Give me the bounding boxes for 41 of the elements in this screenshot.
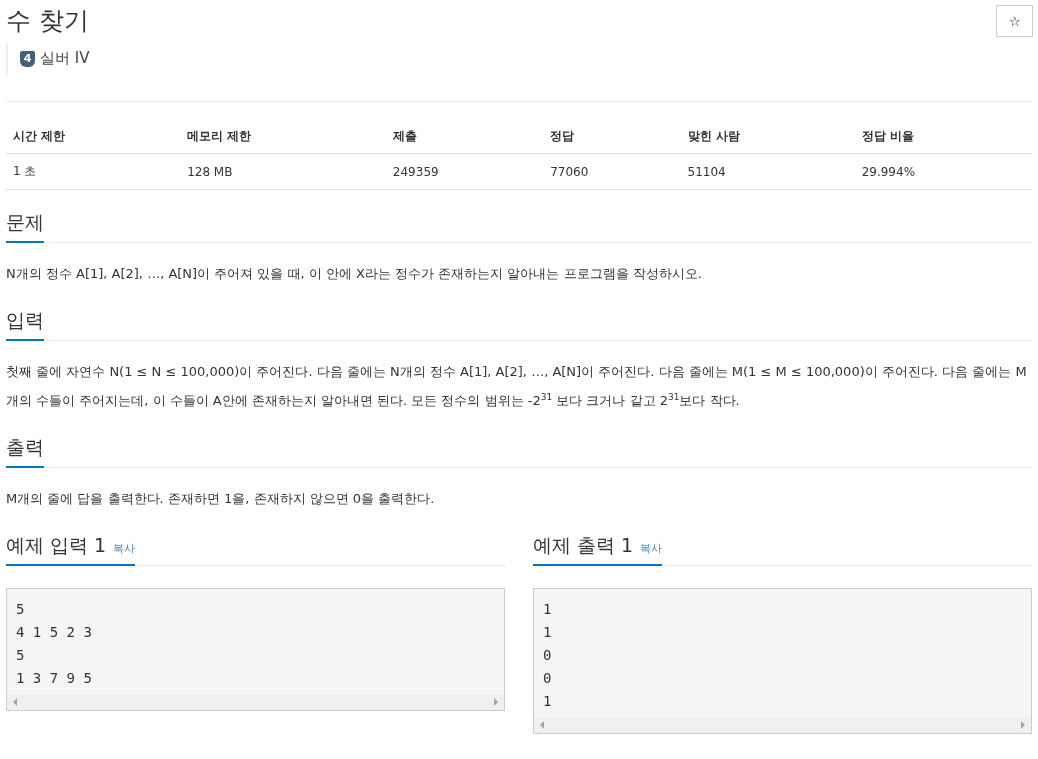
horizontal-scrollbar[interactable] <box>534 717 1031 733</box>
column-header: 맞힌 사람 <box>680 120 855 154</box>
column-header: 정답 비율 <box>854 120 1032 154</box>
code-line: 5 <box>16 646 26 665</box>
table-cell: 51104 <box>680 153 855 190</box>
section-heading: 입력 <box>6 308 44 341</box>
scroll-left-icon[interactable] <box>540 721 544 729</box>
star-button[interactable]: ☆ <box>996 5 1033 37</box>
tier-badge-icon: 4 <box>20 50 35 67</box>
table-cell: 128 MB <box>180 153 386 190</box>
column-header: 시간 제한 <box>6 120 181 154</box>
section-text: M개의 줄에 답을 출력한다. 존재하면 1을, 존재하지 않으면 0을 출력한다. <box>6 490 436 508</box>
section-heading: 문제 <box>6 210 44 243</box>
code-line: 1 <box>543 692 553 711</box>
tier-label: 실버 IV <box>40 49 90 68</box>
table-cell: 249359 <box>385 153 544 190</box>
copy-link[interactable]: 복사 <box>640 541 663 556</box>
table-cell: 29.994% <box>854 153 1032 190</box>
scroll-left-icon[interactable] <box>13 698 17 706</box>
code-line: 1 3 7 9 5 <box>16 669 93 688</box>
column-header: 메모리 제한 <box>180 120 386 154</box>
code-line: 1 <box>543 600 553 619</box>
table-cell: 1 초 <box>6 153 181 190</box>
code-line: 0 <box>543 669 553 688</box>
scroll-right-icon[interactable] <box>494 698 498 706</box>
section-text: N개의 정수 A[1], A[2], …, A[N]이 주어져 있을 때, 이 안에 X라는 정수가 존재하는지 알아내는 프로그램을 작성하시오. <box>6 265 703 283</box>
table-cell: 77060 <box>543 153 681 190</box>
problem-title: 수 찾기 <box>6 5 89 37</box>
sample-heading: 예제 출력 1 <box>533 533 634 558</box>
copy-link[interactable]: 복사 <box>113 541 136 556</box>
code-line: 0 <box>543 646 553 665</box>
code-line: 5 <box>16 600 26 619</box>
scroll-right-icon[interactable] <box>1021 721 1025 729</box>
horizontal-scrollbar[interactable] <box>7 694 504 710</box>
column-header: 정답 <box>543 120 681 154</box>
section-heading: 출력 <box>6 435 44 468</box>
section-text: 첫째 줄에 자연수 N(1 ≤ N ≤ 100,000)이 주어진다. 다음 줄에는 N개의 정수 A[1], A[2], …, A[N]이 주어진다. 다음 줄에는 M(1 ≤ M ≤ 100,000)이 주어진다. 다음 줄에는 M개의 수들이 주어지는데, 이 수들이 A안에 존재하는지 알아내면 된다. 모든 정수의 범위는 -2$^{31}$ 보다 크거나 같고 2$^{31}$보다 작다. <box>6 363 1028 410</box>
sample-heading: 예제 입력 1 <box>6 533 107 558</box>
code-line: 4 1 5 2 3 <box>16 623 93 642</box>
column-header: 제출 <box>385 120 544 154</box>
code-line: 1 <box>543 623 553 642</box>
